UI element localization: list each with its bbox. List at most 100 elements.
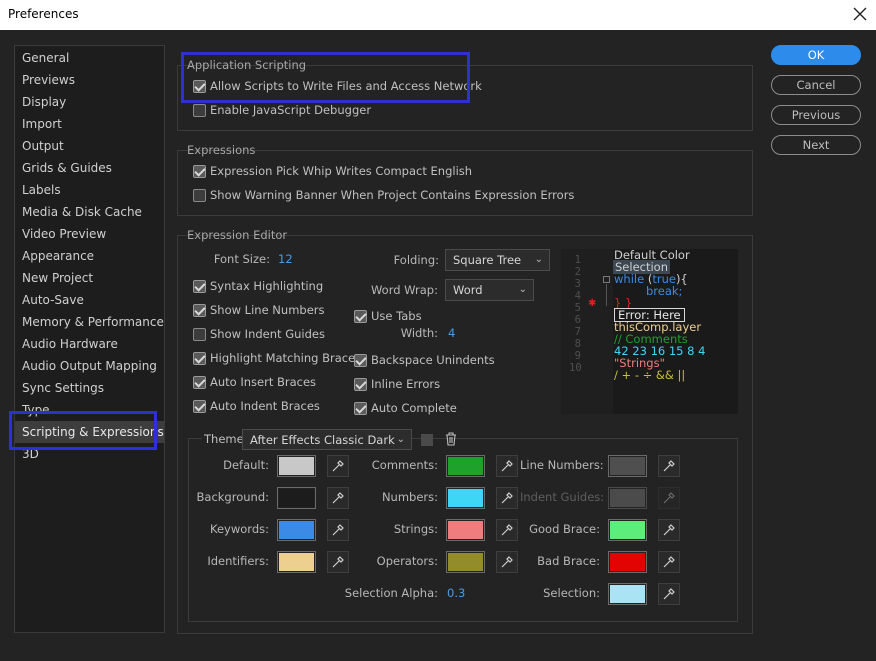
eyedropper-icon[interactable] — [496, 455, 518, 477]
save-theme-icon[interactable] — [421, 434, 433, 446]
eyedropper-icon[interactable] — [496, 487, 518, 509]
use-tabs-checkbox[interactable] — [354, 310, 367, 323]
sidebar-item-memory-performance[interactable]: Memory & Performance — [15, 311, 164, 333]
fold-marker-icon — [603, 276, 610, 283]
js-debugger-checkbox[interactable] — [193, 104, 206, 117]
eyedropper-icon[interactable] — [496, 519, 518, 541]
bad-brace-color-fill — [610, 553, 645, 571]
sidebar-item-media-disk-cache[interactable]: Media & Disk Cache — [15, 201, 164, 223]
good-brace-color-swatch[interactable] — [608, 519, 647, 541]
eyedropper-icon[interactable] — [496, 551, 518, 573]
expression-editor-title: Expression Editor — [187, 228, 288, 242]
eyedropper-icon — [658, 487, 680, 509]
operators-color-label: Operators: — [376, 554, 438, 568]
eyedropper-icon[interactable] — [658, 583, 680, 605]
sidebar-item-display[interactable]: Display — [15, 91, 164, 113]
sidebar-item-scripting-expressions[interactable]: Scripting & Expressions — [15, 421, 164, 443]
trash-icon[interactable] — [445, 432, 457, 449]
keywords-color-swatch[interactable] — [277, 519, 316, 541]
preferences-sidebar: General Previews Display Import Output G… — [14, 45, 165, 633]
window-title: Preferences — [8, 7, 79, 21]
comments-color-label: Comments: — [371, 458, 438, 472]
sidebar-item-grids-guides[interactable]: Grids & Guides — [15, 157, 164, 179]
bad-brace-color-swatch[interactable] — [608, 551, 647, 573]
eyedropper-icon[interactable] — [327, 487, 349, 509]
folding-dropdown[interactable]: Square Tree ⌄ — [445, 249, 550, 271]
syntax-highlighting-checkbox[interactable] — [193, 280, 206, 293]
folding-label: Folding: — [393, 253, 439, 267]
eyedropper-icon[interactable] — [658, 551, 680, 573]
sidebar-item-sync-settings[interactable]: Sync Settings — [15, 377, 164, 399]
sidebar-item-general[interactable]: General — [15, 47, 164, 69]
selection-color-swatch[interactable] — [608, 583, 647, 605]
auto-indent-braces-checkbox[interactable] — [193, 400, 206, 413]
sidebar-item-output[interactable]: Output — [15, 135, 164, 157]
syntax-highlighting-label: Syntax Highlighting — [210, 279, 324, 293]
close-icon[interactable] — [852, 4, 868, 24]
line-numbers-color-swatch[interactable] — [608, 455, 647, 477]
operators-color-swatch[interactable] — [446, 551, 485, 573]
sidebar-item-3d[interactable]: 3D — [15, 443, 164, 465]
sidebar-item-auto-save[interactable]: Auto-Save — [15, 289, 164, 311]
previous-button[interactable]: Previous — [771, 105, 861, 125]
strings-color-swatch[interactable] — [446, 519, 485, 541]
default-color-swatch[interactable] — [277, 455, 316, 477]
next-button[interactable]: Next — [771, 135, 861, 155]
good-brace-color-label: Good Brace: — [529, 522, 600, 536]
pick-whip-checkbox[interactable] — [193, 165, 206, 178]
sidebar-item-new-project[interactable]: New Project — [15, 267, 164, 289]
numbers-color-swatch[interactable] — [446, 487, 485, 509]
selection-alpha-value[interactable]: 0.3 — [447, 586, 465, 600]
line-number: 1 — [574, 254, 581, 266]
identifiers-color-swatch[interactable] — [277, 551, 316, 573]
sidebar-item-video-preview[interactable]: Video Preview — [15, 223, 164, 245]
identifiers-color-fill — [279, 553, 314, 571]
word-wrap-dropdown[interactable]: Word ⌄ — [445, 279, 534, 301]
sidebar-item-audio-output-mapping[interactable]: Audio Output Mapping — [15, 355, 164, 377]
application-scripting-title: Application Scripting — [187, 58, 307, 72]
font-size-value[interactable]: 12 — [278, 252, 293, 266]
backspace-unindents-checkbox[interactable] — [354, 354, 367, 367]
comments-color-swatch[interactable] — [446, 455, 485, 477]
sidebar-item-appearance[interactable]: Appearance — [15, 245, 164, 267]
theme-dropdown[interactable]: After Effects Classic Dark ⌄ — [242, 429, 412, 450]
strings-color-label: Strings: — [393, 522, 438, 536]
folding-dropdown-value: Square Tree — [453, 253, 522, 267]
default-color-label: Default: — [223, 458, 269, 472]
selection-color-label: Selection: — [543, 586, 600, 600]
line-number: 5 — [574, 302, 581, 314]
line-number: 3 — [574, 278, 581, 290]
eyedropper-icon[interactable] — [327, 551, 349, 573]
tab-width-value[interactable]: 4 — [448, 326, 455, 340]
inline-errors-checkbox[interactable] — [354, 378, 367, 391]
fold-guide — [606, 284, 607, 306]
warning-banner-checkbox[interactable] — [193, 189, 206, 202]
line-numbers-color-fill — [610, 457, 645, 475]
eyedropper-icon[interactable] — [658, 519, 680, 541]
allow-scripts-checkbox[interactable] — [193, 80, 206, 93]
eyedropper-icon[interactable] — [658, 455, 680, 477]
auto-complete-checkbox[interactable] — [354, 402, 367, 415]
show-indent-guides-checkbox[interactable] — [193, 328, 206, 341]
keywords-color-fill — [279, 521, 314, 539]
sidebar-item-type[interactable]: Type — [15, 399, 164, 421]
line-number: 8 — [574, 338, 581, 350]
highlight-matching-braces-checkbox[interactable] — [193, 352, 206, 365]
backspace-unindents-label: Backspace Unindents — [371, 353, 495, 367]
show-line-numbers-checkbox[interactable] — [193, 304, 206, 317]
eyedropper-icon[interactable] — [327, 519, 349, 541]
sidebar-item-labels[interactable]: Labels — [15, 179, 164, 201]
cancel-button[interactable]: Cancel — [771, 75, 861, 95]
auto-insert-braces-checkbox[interactable] — [193, 376, 206, 389]
preview-while-keyword: while — [614, 272, 645, 286]
background-color-swatch[interactable] — [277, 487, 316, 509]
chevron-down-icon: ⌄ — [396, 434, 405, 445]
indent-guides-color-label: Indent Guides: — [520, 490, 605, 504]
sidebar-item-audio-hardware[interactable]: Audio Hardware — [15, 333, 164, 355]
default-color-fill — [279, 457, 314, 475]
sidebar-item-previews[interactable]: Previews — [15, 69, 164, 91]
ok-button[interactable]: OK — [771, 45, 861, 65]
background-color-label: Background: — [196, 490, 269, 504]
sidebar-item-import[interactable]: Import — [15, 113, 164, 135]
eyedropper-icon[interactable] — [327, 455, 349, 477]
